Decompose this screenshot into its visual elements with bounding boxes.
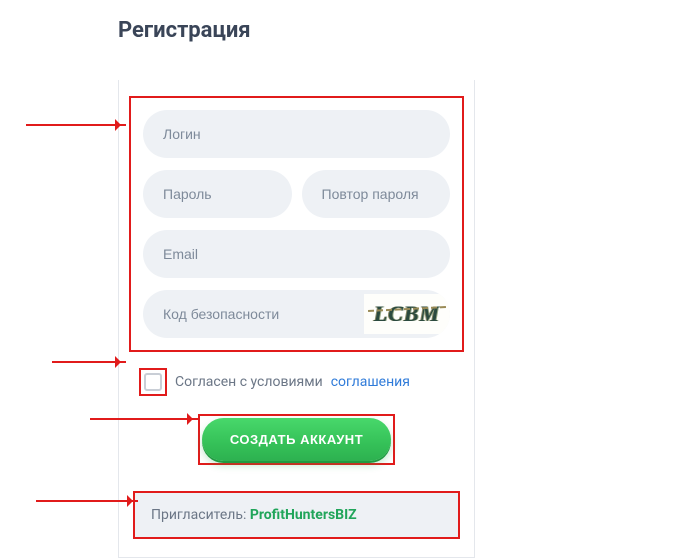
captcha-row: LCBM (143, 290, 450, 338)
terms-link[interactable]: соглашения (331, 374, 410, 390)
agree-checkbox[interactable] (144, 373, 162, 391)
page-title: Регистрация (118, 18, 700, 43)
password-input[interactable] (143, 170, 292, 218)
registration-form: LCBM Согласен с условиями соглашения СОЗ… (118, 80, 475, 558)
email-input[interactable] (143, 230, 450, 278)
annotation-arrow-icon (52, 361, 126, 363)
annotation-arrow-icon (36, 500, 138, 502)
inviter-label: Пригласитель: (151, 507, 250, 523)
annotation-arrow-icon (26, 124, 126, 126)
inviter-highlight-box: Пригласитель: ProfitHuntersBIZ (133, 491, 460, 539)
captcha-input[interactable] (143, 290, 364, 338)
login-input[interactable] (143, 110, 450, 158)
inviter-block: Пригласитель: ProfitHuntersBIZ (135, 493, 458, 537)
agree-row: Согласен с условиями соглашения (139, 368, 464, 396)
password-repeat-input[interactable] (302, 170, 451, 218)
annotation-arrow-icon (90, 418, 198, 420)
inputs-highlight-box: LCBM (129, 96, 464, 352)
agree-text: Согласен с условиями (175, 374, 323, 390)
create-account-button[interactable]: СОЗДАТЬ АККАУНТ (202, 418, 391, 461)
inviter-name: ProfitHuntersBIZ (250, 507, 357, 523)
button-highlight-box: СОЗДАТЬ АККАУНТ (198, 414, 395, 465)
checkbox-highlight-box (139, 368, 167, 396)
captcha-image: LCBM (364, 294, 450, 334)
